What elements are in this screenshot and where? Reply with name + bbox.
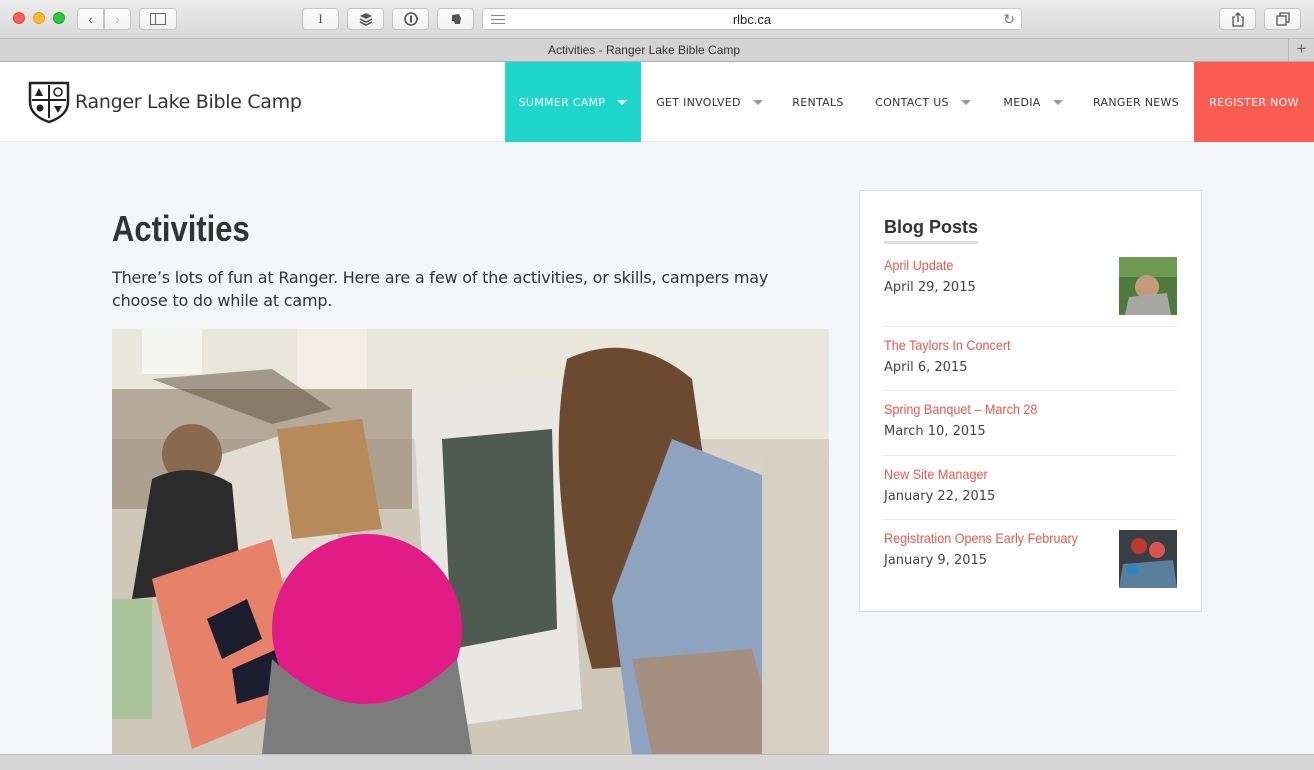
- post-thumbnail[interactable]: [1119, 530, 1177, 588]
- nav-contact-us[interactable]: CONTACT US: [858, 62, 988, 142]
- crest-icon: [28, 81, 70, 124]
- layers-icon: [359, 13, 372, 26]
- register-now-button[interactable]: REGISTER NOW: [1194, 62, 1314, 142]
- register-label: REGISTER NOW: [1209, 95, 1299, 109]
- blog-post-item: The Taylors In Concert April 6, 2015: [884, 337, 1177, 391]
- nav-label: RANGER NEWS: [1093, 95, 1179, 109]
- tabs-icon: [1275, 12, 1290, 26]
- share-icon: [1231, 11, 1244, 27]
- reload-icon[interactable]: ↻: [1003, 11, 1015, 28]
- info-circle-icon: [403, 12, 418, 26]
- site-header: Ranger Lake Bible Camp SUMMER CAMP GET I…: [0, 62, 1314, 142]
- site-logo[interactable]: Ranger Lake Bible Camp: [27, 80, 302, 124]
- blog-post-item: Spring Banquet – March 28 March 10, 2015: [884, 401, 1177, 456]
- site-name: Ranger Lake Bible Camp: [75, 91, 302, 113]
- back-button[interactable]: ‹: [77, 8, 104, 30]
- dropdown-caret-icon: [617, 99, 628, 105]
- post-title-link[interactable]: The Taylors In Concert: [884, 337, 1011, 353]
- tab-title[interactable]: Activities - Ranger Lake Bible Camp: [0, 43, 1288, 57]
- tab-bar: Activities - Ranger Lake Bible Camp +: [0, 39, 1314, 62]
- post-thumbnail[interactable]: [1119, 257, 1177, 315]
- nav-label: SUMMER CAMP: [518, 95, 606, 109]
- nav-media[interactable]: MEDIA: [988, 62, 1078, 142]
- post-title-link[interactable]: Spring Banquet – March 28: [884, 401, 1037, 417]
- nav-ranger-news[interactable]: RANGER NEWS: [1078, 62, 1194, 142]
- blog-post-item: April Update April 29, 2015: [884, 257, 1177, 327]
- dropdown-caret-icon: [1052, 99, 1063, 105]
- nav-rentals[interactable]: RENTALS: [778, 62, 858, 142]
- post-title-link[interactable]: New Site Manager: [884, 466, 988, 482]
- blog-sidebar: Blog Posts April Update April 29, 2015 T…: [859, 190, 1202, 612]
- share-button[interactable]: [1219, 8, 1256, 30]
- activities-photo: [112, 329, 829, 754]
- reader-label: I: [318, 11, 323, 26]
- post-date: April 6, 2015: [884, 360, 968, 375]
- post-title-link[interactable]: April Update: [884, 257, 953, 273]
- nav-summer-camp[interactable]: SUMMER CAMP: [505, 62, 641, 142]
- post-date: March 10, 2015: [884, 424, 986, 439]
- nav-label: MEDIA: [1003, 95, 1041, 109]
- browser-toolbar: ‹ › I rlbc.ca ↻: [0, 0, 1314, 39]
- chevron-right-icon: ›: [115, 11, 120, 27]
- post-date: January 22, 2015: [884, 489, 996, 504]
- evernote-extension-button[interactable]: [437, 8, 474, 30]
- nav-label: RENTALS: [792, 95, 844, 109]
- minimize-window-button[interactable]: [33, 12, 45, 24]
- page-title: Activities: [112, 208, 250, 249]
- address-bar[interactable]: rlbc.ca ↻: [482, 8, 1022, 30]
- window-bottom-edge: [0, 754, 1314, 770]
- dropdown-caret-icon: [752, 99, 763, 105]
- sidebar-icon: [150, 13, 166, 25]
- blog-post-item: Registration Opens Early February Januar…: [884, 530, 1177, 590]
- sidebar-toggle-button[interactable]: [139, 8, 177, 30]
- dropdown-caret-icon: [960, 99, 971, 105]
- chevron-left-icon: ‹: [88, 11, 93, 27]
- zoom-window-button[interactable]: [53, 12, 65, 24]
- nav-get-involved[interactable]: GET INVOLVED: [641, 62, 778, 142]
- nav-label: GET INVOLVED: [656, 95, 741, 109]
- forward-button[interactable]: ›: [104, 8, 131, 30]
- password-extension-button[interactable]: [392, 8, 429, 30]
- tabs-overview-button[interactable]: [1264, 8, 1301, 30]
- post-title-link[interactable]: Registration Opens Early February: [884, 530, 1078, 546]
- close-window-button[interactable]: [13, 12, 25, 24]
- url-text: rlbc.ca: [732, 12, 772, 27]
- nav-label: CONTACT US: [875, 95, 949, 109]
- elephant-icon: [451, 14, 461, 24]
- intro-text: There’s lots of fun at Ranger. Here are …: [112, 268, 769, 310]
- layers-extension-button[interactable]: [347, 8, 384, 30]
- sidebar-title: Blog Posts: [884, 217, 979, 244]
- reader-button[interactable]: I: [302, 8, 339, 30]
- blog-post-item: New Site Manager January 22, 2015: [884, 466, 1177, 520]
- new-tab-plus-icon[interactable]: +: [1288, 39, 1314, 61]
